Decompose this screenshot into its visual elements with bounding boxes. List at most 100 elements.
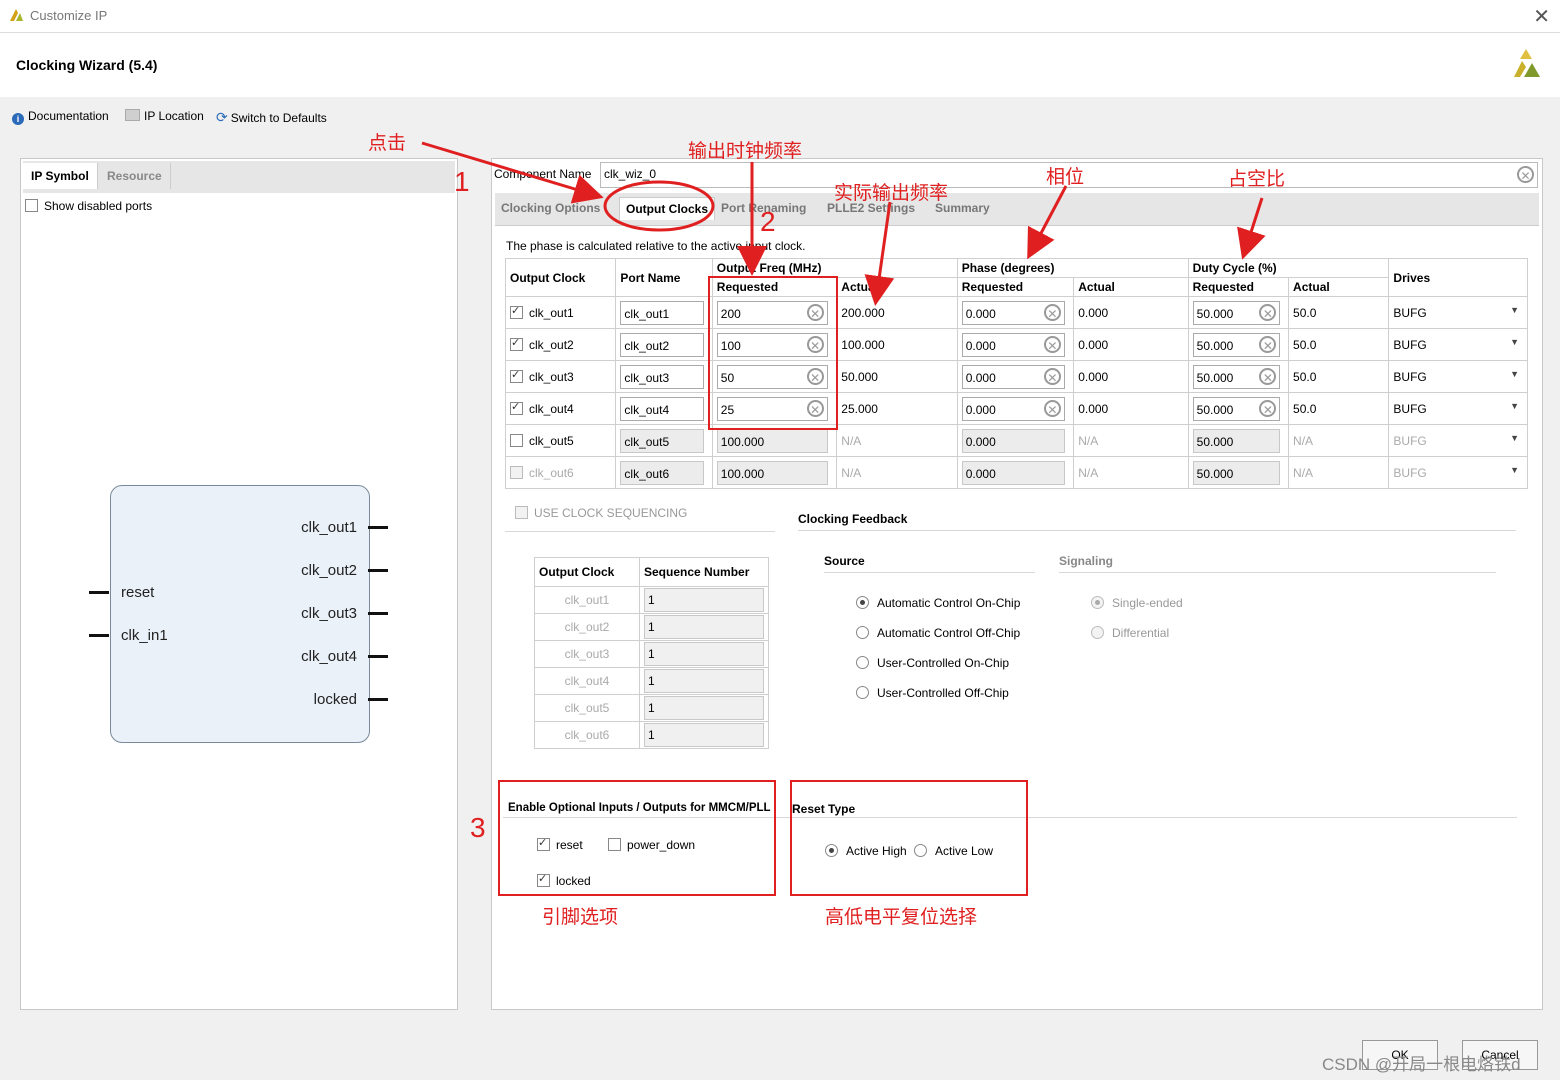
tab-resource[interactable]: Resource: [99, 163, 171, 189]
clear-icon[interactable]: ✕: [1259, 303, 1277, 321]
duty-requested-cell: 50.000 ✕: [1187, 296, 1290, 329]
show-disabled-ports-checkbox[interactable]: Show disabled ports: [25, 199, 152, 213]
seq-number-cell: 1: [639, 586, 769, 614]
clear-icon[interactable]: ✕: [1259, 367, 1277, 385]
output-clock-cell[interactable]: clk_out2: [504, 328, 617, 361]
source-auto-onchip-radio[interactable]: Automatic Control On-Chip: [856, 596, 1020, 610]
output-clock-cell[interactable]: clk_out4: [504, 392, 617, 425]
seq-number-input[interactable]: 1: [644, 669, 764, 693]
box-optional-io: [498, 780, 776, 896]
clear-icon[interactable]: ✕: [1517, 166, 1534, 183]
checkbox-icon: [510, 400, 523, 415]
header-phase-actual: Actual: [1073, 277, 1189, 297]
output-clock-cell[interactable]: clk_out5: [504, 424, 617, 457]
phase-requested-input[interactable]: 0.000 ✕: [961, 364, 1065, 389]
seq-number-input[interactable]: 1: [644, 696, 764, 720]
phase-actual-cell: N/A: [1073, 456, 1189, 489]
duty-requested-input[interactable]: 50.000 ✕: [1192, 396, 1281, 421]
pin-locked-label: locked: [313, 691, 357, 708]
port-name-cell: clk_out1: [615, 296, 713, 329]
duty-requested-input[interactable]: 50.000: [1192, 460, 1281, 485]
port-name-input[interactable]: clk_out4: [620, 396, 705, 421]
phase-requested-input[interactable]: 0.000 ✕: [961, 332, 1065, 357]
phase-requested-input[interactable]: 0.000: [961, 460, 1065, 485]
window-title: Customize IP: [30, 8, 108, 23]
seq-header-clock: Output Clock: [534, 557, 640, 587]
drives-select[interactable]: BUFG ▼: [1388, 296, 1528, 329]
table-row: clk_out2clk_out2100✕100.0000.000✕0.00050…: [504, 328, 1528, 361]
seq-number-input[interactable]: 1: [644, 615, 764, 639]
phase-actual-cell: 0.000: [1073, 328, 1189, 361]
pin-reset-line: [89, 591, 109, 594]
use-clock-sequencing-checkbox[interactable]: USE CLOCK SEQUENCING: [515, 506, 687, 520]
phase-actual-cell: 0.000: [1073, 360, 1189, 393]
switch-defaults-button[interactable]: ⟳ Switch to Defaults: [216, 109, 327, 126]
clear-icon[interactable]: ✕: [1043, 335, 1061, 353]
clear-icon[interactable]: ✕: [1259, 335, 1277, 353]
port-name-input[interactable]: clk_out6: [620, 460, 705, 485]
signaling-differential-radio[interactable]: Differential: [1091, 626, 1169, 640]
source-auto-offchip-radio[interactable]: Automatic Control Off-Chip: [856, 626, 1020, 640]
pin-clk-out2-label: clk_out2: [301, 562, 357, 579]
output-clock-cell[interactable]: clk_out3: [504, 360, 617, 393]
drives-select[interactable]: BUFG ▼: [1388, 424, 1528, 457]
clear-icon[interactable]: ✕: [1259, 399, 1277, 417]
port-name-input[interactable]: clk_out3: [620, 364, 705, 389]
title-bar: Customize IP ✕: [0, 0, 1560, 33]
pin-clk-out1-line: [368, 526, 388, 529]
output-clock-cell[interactable]: clk_out1: [504, 296, 617, 329]
duty-requested-input[interactable]: 50.000 ✕: [1192, 332, 1281, 357]
seq-number-value: 1: [648, 647, 655, 661]
close-icon[interactable]: ✕: [1533, 4, 1550, 29]
phase-requested-cell: 0.000 ✕: [956, 296, 1075, 329]
source-user-offchip-radio[interactable]: User-Controlled Off-Chip: [856, 686, 1009, 700]
clear-icon[interactable]: ✕: [1043, 367, 1061, 385]
source-user-onchip-radio[interactable]: User-Controlled On-Chip: [856, 656, 1009, 670]
signaling-single-ended-radio[interactable]: Single-ended: [1091, 596, 1183, 610]
output-clock-cell[interactable]: clk_out6: [504, 456, 617, 489]
drives-select[interactable]: BUFG ▼: [1388, 456, 1528, 489]
header-port-name: Port Name: [615, 258, 713, 297]
header-phase-requested: Requested: [956, 277, 1075, 297]
drives-select[interactable]: BUFG ▼: [1388, 360, 1528, 393]
ip-location-button[interactable]: IP Location: [125, 109, 204, 123]
header-duty-requested: Requested: [1187, 277, 1290, 297]
duty-requested-input[interactable]: 50.000 ✕: [1192, 364, 1281, 389]
phase-requested-cell: 0.000 ✕: [956, 392, 1075, 425]
clear-icon[interactable]: ✕: [1043, 303, 1061, 321]
tab-ip-symbol[interactable]: IP Symbol: [23, 163, 98, 189]
source-user-offchip-label: User-Controlled Off-Chip: [877, 686, 1009, 700]
phase-requested-input[interactable]: 0.000: [961, 428, 1065, 453]
phase-requested-input[interactable]: 0.000 ✕: [961, 396, 1065, 421]
seq-number-input[interactable]: 1: [644, 588, 764, 612]
annotation-actual-freq: 实际输出频率: [834, 183, 949, 204]
left-panel: IP Symbol Resource Show disabled ports r…: [20, 158, 458, 1010]
seq-number-input[interactable]: 1: [644, 723, 764, 747]
freq-requested-input[interactable]: 100.000: [716, 460, 828, 485]
output-clock-label: clk_out2: [529, 337, 574, 352]
duty-requested-input[interactable]: 50.000: [1192, 428, 1281, 453]
documentation-button[interactable]: i Documentation: [12, 109, 109, 125]
phase-requested-value: 0.000: [965, 338, 996, 353]
chevron-down-icon: ▼: [1510, 305, 1519, 315]
table-row: clk_out2 1: [534, 613, 769, 641]
duty-requested-input[interactable]: 50.000 ✕: [1192, 300, 1281, 325]
tab-clocking-options[interactable]: Clocking Options: [501, 201, 600, 215]
seq-number-cell: 1: [639, 694, 769, 722]
pin-reset-label: reset: [121, 584, 155, 601]
component-name-value: clk_wiz_0: [604, 167, 657, 181]
table-row: clk_out5 clk_out5 100.000 N/A 0.000 N/A 50.000…: [504, 424, 1528, 457]
port-name-input[interactable]: clk_out1: [620, 300, 705, 325]
pin-clk-out3-line: [368, 612, 388, 615]
seq-number-input[interactable]: 1: [644, 642, 764, 666]
phase-requested-input[interactable]: 0.000 ✕: [961, 300, 1065, 325]
port-name-input[interactable]: clk_out2: [620, 332, 705, 357]
freq-requested-input[interactable]: 100.000: [716, 428, 828, 453]
annotation-output-freq: 输出时钟频率: [688, 141, 803, 162]
drives-select[interactable]: BUFG ▼: [1388, 328, 1528, 361]
clear-icon[interactable]: ✕: [1043, 399, 1061, 417]
port-name-input[interactable]: clk_out5: [620, 428, 705, 453]
drives-select[interactable]: BUFG ▼: [1388, 392, 1528, 425]
tab-output-clocks[interactable]: Output Clocks: [619, 197, 716, 220]
seq-clock-cell: clk_out3: [534, 640, 640, 668]
